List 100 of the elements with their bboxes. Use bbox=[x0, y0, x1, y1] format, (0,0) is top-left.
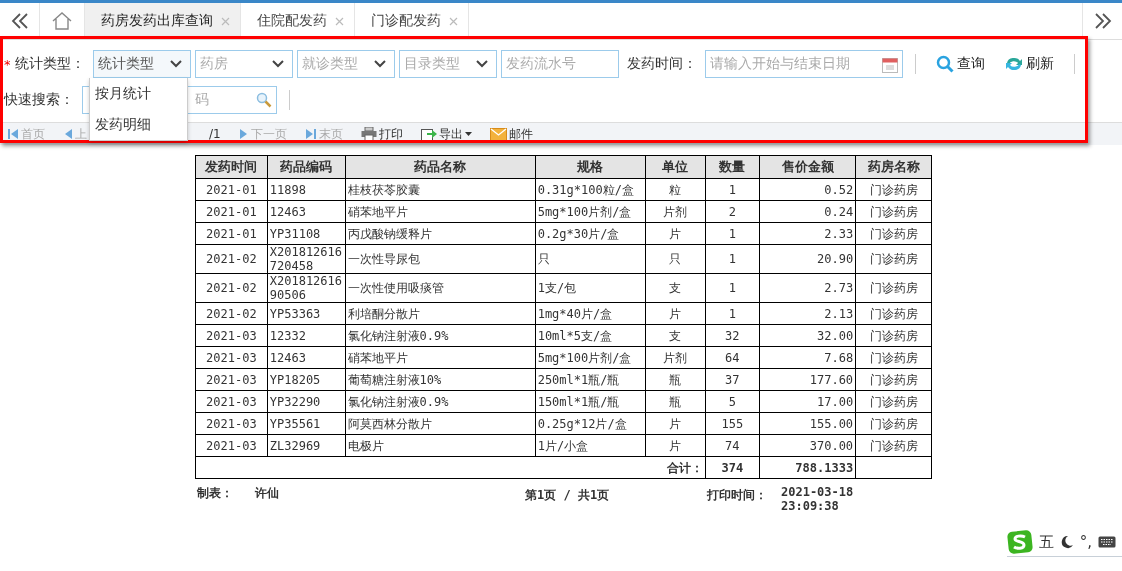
table-cell: 5 bbox=[705, 390, 760, 413]
table-cell: 2021-03 bbox=[195, 434, 268, 457]
column-header: 数量 bbox=[705, 155, 760, 179]
table-cell: 1支/包 bbox=[535, 273, 646, 303]
table-cell: YP32290 bbox=[267, 390, 346, 413]
table-cell: 片剂 bbox=[645, 346, 705, 369]
table-cell: 788.1333 bbox=[759, 456, 856, 479]
page-count: /1 bbox=[208, 127, 222, 141]
tab-label: 药房发药出库查询 bbox=[101, 12, 213, 30]
table-cell: 37 bbox=[705, 368, 760, 391]
table-cell: 0.24 bbox=[759, 200, 856, 223]
table-cell: 门诊药房 bbox=[855, 346, 932, 369]
table-cell: YP18205 bbox=[267, 368, 346, 391]
print-time-label: 打印时间： bbox=[707, 487, 768, 504]
table-cell: 利培酮分散片 bbox=[345, 302, 536, 325]
tab-label: 住院配发药 bbox=[257, 12, 327, 30]
table-cell: 150ml*1瓶/瓶 bbox=[535, 390, 646, 413]
table-cell: 10ml*5支/盒 bbox=[535, 324, 646, 347]
table-cell: 片 bbox=[645, 222, 705, 245]
table-cell: 1 bbox=[705, 244, 760, 274]
table-cell: 2021-03 bbox=[195, 368, 268, 391]
table-cell: 1 bbox=[705, 178, 760, 201]
table-cell: 2021-03 bbox=[195, 412, 268, 435]
table-cell: 2021-02 bbox=[195, 273, 268, 303]
table-cell: 64 bbox=[705, 346, 760, 369]
table-cell: 硝苯地平片 bbox=[345, 200, 536, 223]
maker-label: 制表： bbox=[197, 485, 234, 502]
table-cell: 门诊药房 bbox=[855, 412, 932, 435]
required-mark: * bbox=[4, 56, 11, 72]
table-cell: 粒 bbox=[645, 178, 705, 201]
column-header: 售价金额 bbox=[759, 155, 856, 179]
table-cell: 只 bbox=[535, 244, 646, 274]
table-cell: YP31108 bbox=[267, 222, 346, 245]
table-cell: 2021-01 bbox=[195, 178, 268, 201]
table-cell: 11898 bbox=[267, 178, 346, 201]
table-cell: 20.90 bbox=[759, 244, 856, 274]
table-cell: 支 bbox=[645, 273, 705, 303]
table-cell: 门诊药房 bbox=[855, 368, 932, 391]
total-label: 合计： bbox=[666, 460, 703, 475]
table-cell: 5mg*100片剂/盒 bbox=[535, 346, 646, 369]
column-header: 药房名称 bbox=[855, 155, 932, 179]
table-cell: 2.33 bbox=[759, 222, 856, 245]
table-cell: 374 bbox=[705, 456, 760, 479]
table-cell: 门诊药房 bbox=[855, 200, 932, 223]
table-cell: 一次性使用吸痰管 bbox=[345, 273, 536, 303]
table-cell: 0.52 bbox=[759, 178, 856, 201]
tab-label: 门诊配发药 bbox=[371, 12, 441, 30]
maker-name: 许仙 bbox=[255, 485, 280, 502]
table-cell: 门诊药房 bbox=[855, 222, 932, 245]
table-cell: 瓶 bbox=[645, 390, 705, 413]
table-cell: 0.25g*12片/盒 bbox=[535, 412, 646, 435]
table-cell: 12463 bbox=[267, 346, 346, 369]
table-cell: 1 bbox=[705, 302, 760, 325]
table-cell: X20181261690506 bbox=[267, 273, 346, 303]
table-cell: 17.00 bbox=[759, 390, 856, 413]
table-cell: 一次性导尿包 bbox=[345, 244, 536, 274]
table-cell: 瓶 bbox=[645, 368, 705, 391]
table-cell: 门诊药房 bbox=[855, 434, 932, 457]
table-cell: 门诊药房 bbox=[855, 302, 932, 325]
table-cell: 12463 bbox=[267, 200, 346, 223]
table-cell: 155.00 bbox=[759, 412, 856, 435]
table-cell: 250ml*1瓶/瓶 bbox=[535, 368, 646, 391]
table-cell: 74 bbox=[705, 434, 760, 457]
column-header: 单位 bbox=[645, 155, 705, 179]
table-cell: 阿莫西林分散片 bbox=[345, 412, 536, 435]
table-cell: 支 bbox=[645, 324, 705, 347]
table-cell: 丙戊酸钠缓释片 bbox=[345, 222, 536, 245]
table-cell: 电极片 bbox=[345, 434, 536, 457]
table-cell: 2 bbox=[705, 200, 760, 223]
table-cell: 片剂 bbox=[645, 200, 705, 223]
table-cell: X201812616720458 bbox=[267, 244, 346, 274]
table-cell: 门诊药房 bbox=[855, 390, 932, 413]
table-cell: 门诊药房 bbox=[855, 324, 932, 347]
table-cell: 门诊药房 bbox=[855, 273, 932, 303]
table-cell: 氯化钠注射液0.9% bbox=[345, 324, 536, 347]
table-cell: 2.73 bbox=[759, 273, 856, 303]
table-cell: 硝苯地平片 bbox=[345, 346, 536, 369]
table-cell: 1 bbox=[705, 222, 760, 245]
field-label: 统计类型： bbox=[14, 55, 85, 73]
table-cell: 0.31g*100粒/盒 bbox=[535, 178, 646, 201]
table-cell: 2021-03 bbox=[195, 346, 268, 369]
table-cell: 门诊药房 bbox=[855, 244, 932, 274]
print-time: 2021-03-18 23:09:38 bbox=[781, 485, 855, 513]
table-cell: 2021-01 bbox=[195, 222, 268, 245]
table-cell: 32 bbox=[705, 324, 760, 347]
column-header: 发药时间 bbox=[195, 155, 268, 179]
field-label: 发药时间： bbox=[626, 55, 697, 73]
table-cell: 葡萄糖注射液10% bbox=[345, 368, 536, 391]
table-cell: 2.13 bbox=[759, 302, 856, 325]
column-header: 规格 bbox=[535, 155, 646, 179]
table-cell: 1 bbox=[705, 273, 760, 303]
table-cell: 5mg*100片剂/盒 bbox=[535, 200, 646, 223]
table-cell: 门诊药房 bbox=[855, 178, 932, 201]
table-cell: 7.68 bbox=[759, 346, 856, 369]
table-cell: 2021-03 bbox=[195, 324, 268, 347]
column-header: 药品名称 bbox=[345, 155, 536, 179]
table-cell: 片 bbox=[645, 302, 705, 325]
column-header: 药品编码 bbox=[267, 155, 346, 179]
table-cell: 2021-01 bbox=[195, 200, 268, 223]
table-cell: ZL32969 bbox=[267, 434, 346, 457]
